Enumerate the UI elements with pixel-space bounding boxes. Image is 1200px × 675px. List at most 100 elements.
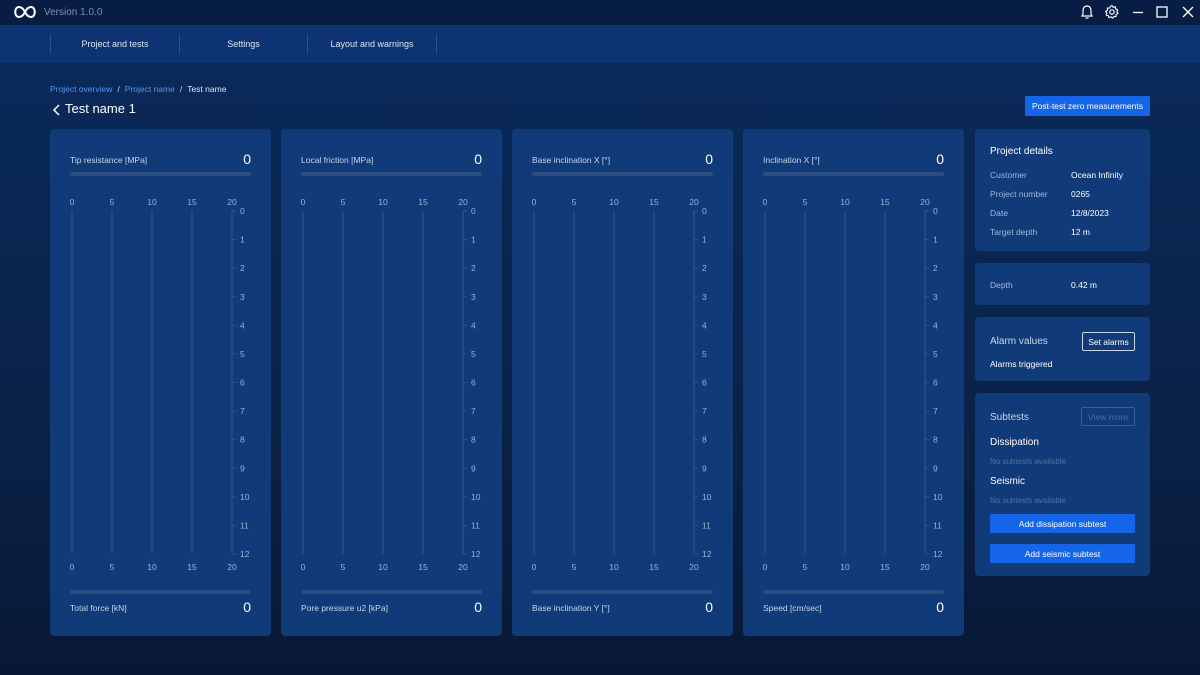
y-tick-label: 11 <box>471 520 480 530</box>
minimize-icon[interactable] <box>1130 4 1146 20</box>
y-tick-label: 8 <box>240 435 245 445</box>
add-dissipation-subtest-button[interactable]: Add dissipation subtest <box>990 514 1135 533</box>
y-tick-label: 7 <box>933 406 938 416</box>
y-tick-label: 1 <box>471 235 476 245</box>
x-tick-label-bottom: 10 <box>609 562 619 572</box>
y-tick-label: 10 <box>933 492 943 502</box>
y-tick-label: 4 <box>471 320 476 330</box>
y-tick-label: 11 <box>240 520 249 530</box>
y-tick-label: 3 <box>702 292 707 302</box>
bottom-measure-bar <box>763 590 944 594</box>
y-tick-label: 3 <box>933 292 938 302</box>
x-tick-label-bottom: 20 <box>920 562 930 572</box>
close-icon[interactable] <box>1180 4 1196 20</box>
set-alarms-button[interactable]: Set alarms <box>1082 332 1135 351</box>
y-tick-label: 7 <box>471 406 476 416</box>
infinity-logo-icon <box>14 5 36 19</box>
y-tick-label: 10 <box>240 492 250 502</box>
y-tick-label: 9 <box>471 463 476 473</box>
view-more-button[interactable]: View more <box>1081 407 1135 426</box>
bottom-measure-value: 0 <box>705 599 713 615</box>
y-tick-label: 1 <box>240 235 245 245</box>
page-title: Test name 1 <box>65 101 136 116</box>
x-tick-label-top: 15 <box>187 197 197 207</box>
gear-icon[interactable] <box>1104 4 1120 20</box>
x-tick-label-top: 15 <box>418 197 428 207</box>
x-tick-label-bottom: 10 <box>147 562 157 572</box>
y-tick-label: 9 <box>933 463 938 473</box>
x-tick-label-bottom: 20 <box>458 562 468 572</box>
y-tick-label: 1 <box>702 235 707 245</box>
bottom-measure-bar <box>301 590 482 594</box>
x-tick-label-top: 0 <box>763 197 768 207</box>
y-tick-label: 5 <box>933 349 938 359</box>
alarm-values-title: Alarm values <box>990 336 1048 347</box>
y-tick-label: 12 <box>240 549 250 559</box>
bottom-measure-label: Pore pressure u2 [kPa] <box>301 603 388 613</box>
x-tick-label-bottom: 15 <box>418 562 428 572</box>
bottom-measure-value: 0 <box>474 599 482 615</box>
y-tick-label: 2 <box>471 263 476 273</box>
x-tick-label-bottom: 15 <box>880 562 890 572</box>
y-tick-label: 10 <box>702 492 712 502</box>
y-tick-label: 5 <box>702 349 707 359</box>
breadcrumb-project-name[interactable]: Project name <box>125 84 175 94</box>
x-tick-label-bottom: 5 <box>572 562 577 572</box>
x-tick-label-bottom: 15 <box>187 562 197 572</box>
y-tick-label: 2 <box>933 263 938 273</box>
x-tick-label-bottom: 0 <box>532 562 537 572</box>
alarms-triggered-label: Alarms triggered <box>990 359 1053 369</box>
y-tick-label: 5 <box>240 349 245 359</box>
x-tick-label-top: 15 <box>880 197 890 207</box>
breadcrumb: Project overview / Project name / Test name <box>50 84 227 94</box>
y-tick-label: 12 <box>471 549 481 559</box>
y-tick-label: 4 <box>702 320 707 330</box>
x-tick-label-bottom: 20 <box>689 562 699 572</box>
y-tick-label: 6 <box>240 378 245 388</box>
y-tick-label: 12 <box>702 549 712 559</box>
nav-item-settings[interactable]: Settings <box>180 39 307 49</box>
x-tick-label-top: 5 <box>341 197 346 207</box>
y-tick-label: 2 <box>240 263 245 273</box>
nav-item-layout-and-warnings[interactable]: Layout and warnings <box>308 39 436 49</box>
y-tick-label: 3 <box>240 292 245 302</box>
y-tick-label: 2 <box>702 263 707 273</box>
dissipation-empty-text: No subtests available <box>990 457 1067 466</box>
x-tick-label-top: 10 <box>609 197 619 207</box>
x-tick-label-top: 0 <box>301 197 306 207</box>
bottom-measure-label: Total force [kN] <box>70 603 127 613</box>
x-tick-label-top: 5 <box>803 197 808 207</box>
maximize-icon[interactable] <box>1154 4 1170 20</box>
depth-label: Depth <box>990 280 1013 290</box>
y-tick-label: 3 <box>471 292 476 302</box>
x-tick-label-bottom: 15 <box>649 562 659 572</box>
detail-value-date: 12/8/2023 <box>1071 208 1109 218</box>
post-test-zero-button[interactable]: Post-test zero measurements <box>1025 96 1150 116</box>
y-tick-label: 0 <box>933 206 938 216</box>
x-tick-label-top: 20 <box>458 197 468 207</box>
x-tick-label-top: 10 <box>840 197 850 207</box>
depth-chart: 00551010151520200123456789101112 <box>301 197 481 572</box>
x-tick-label-top: 5 <box>110 197 115 207</box>
y-tick-label: 7 <box>702 406 707 416</box>
detail-key-target-depth: Target depth <box>990 227 1038 237</box>
nav-divider <box>436 34 437 54</box>
y-tick-label: 8 <box>933 435 938 445</box>
bell-icon[interactable] <box>1079 4 1095 20</box>
project-details-card: Project details Customer Ocean Infinity … <box>975 129 1150 251</box>
subtests-card: Subtests View more Dissipation No subtes… <box>975 393 1150 576</box>
chevron-left-icon[interactable] <box>52 103 62 117</box>
y-tick-label: 1 <box>933 235 938 245</box>
y-tick-label: 11 <box>933 520 942 530</box>
y-tick-label: 6 <box>702 378 707 388</box>
x-tick-label-bottom: 20 <box>227 562 237 572</box>
breadcrumb-project-overview[interactable]: Project overview <box>50 84 112 94</box>
nav-item-project-and-tests[interactable]: Project and tests <box>51 39 179 49</box>
y-tick-label: 6 <box>471 378 476 388</box>
bottom-measure-value: 0 <box>243 599 251 615</box>
detail-value-target-depth: 12 m <box>1071 227 1090 237</box>
x-tick-label-top: 10 <box>378 197 388 207</box>
x-tick-label-top: 10 <box>147 197 157 207</box>
add-seismic-subtest-button[interactable]: Add seismic subtest <box>990 544 1135 563</box>
y-tick-label: 4 <box>933 320 938 330</box>
